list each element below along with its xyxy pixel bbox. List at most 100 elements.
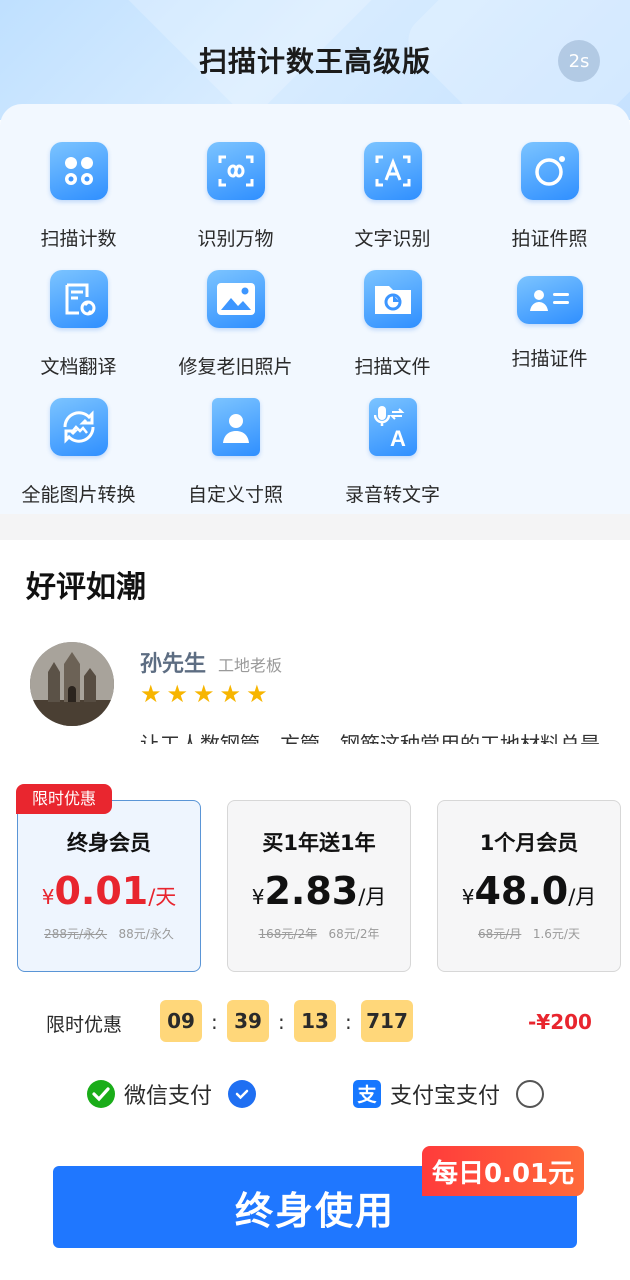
reviewer-name: 孙先生 — [140, 652, 207, 677]
countdown-millis: 717 — [361, 1000, 413, 1042]
plan-card-yearly[interactable]: 买1年送1年 ¥2.83/月 168元/2年 68元/2年 — [227, 800, 411, 972]
original-price: 288元/永久 — [44, 927, 108, 941]
currency: ¥ — [41, 885, 55, 909]
page-title: 扫描计数王高级版 — [198, 45, 431, 78]
limited-offer-tag: 限时优惠 — [16, 784, 113, 814]
section-divider — [0, 514, 630, 540]
camera-icon — [520, 142, 579, 200]
countdown-minutes: 39 — [227, 1000, 269, 1042]
document-translate-icon — [49, 270, 108, 328]
price-value: 2.83 — [264, 869, 359, 913]
feature-item[interactable]: 扫描证件 — [471, 270, 628, 371]
countdown-colon: : — [211, 1010, 218, 1034]
star-icon: ★ — [140, 680, 162, 708]
star-icon: ★ — [193, 680, 215, 708]
price-value: 48.0 — [474, 869, 569, 913]
current-price: 68元/2年 — [328, 927, 380, 941]
star-icon: ★ — [246, 680, 268, 708]
plan-name: 1个月会员 — [479, 831, 579, 855]
header: 扫描计数王高级版 2s — [0, 0, 630, 120]
image-icon — [206, 270, 265, 328]
price-unit: /月 — [358, 885, 387, 909]
star-icon: ★ — [166, 680, 189, 708]
id-card-icon — [516, 276, 583, 324]
currency: ¥ — [461, 885, 475, 909]
wechat-pay-icon — [87, 1080, 115, 1108]
plan-price: ¥2.83/月 — [228, 869, 410, 913]
original-price: 168元/2年 — [258, 927, 318, 941]
review-text: 让工人数钢管、方管、钢筋这种常用的工地材料总是 — [140, 732, 600, 744]
feature-label: 拍证件照 — [511, 228, 588, 250]
feature-label: 自定义寸照 — [187, 484, 283, 506]
scan-infinity-icon — [206, 142, 265, 200]
feature-label: 全能图片转换 — [21, 484, 136, 506]
feature-item[interactable]: 自定义寸照 — [157, 398, 314, 507]
alipay-icon: 支 — [353, 1080, 381, 1108]
original-price: 68元/月 — [478, 927, 522, 941]
price-value: 0.01 — [54, 869, 149, 913]
countdown-colon: : — [278, 1010, 285, 1034]
payment-methods: 微信支付 支 支付宝支付 — [0, 1074, 630, 1118]
countdown-label: 限时优惠 — [46, 1014, 123, 1036]
currency: ¥ — [251, 885, 265, 909]
feature-label: 修复老旧照片 — [178, 356, 293, 378]
grid-icon — [49, 142, 108, 200]
feature-item[interactable]: 文字识别 — [314, 142, 471, 251]
reviews-section: 好评如潮 孙先生 工地老板 ★ ★ ★ ★ ★ 让工人数钢管、方管、钢筋这种常用… — [0, 540, 630, 770]
scan-file-icon — [363, 270, 422, 328]
feature-item[interactable]: A 录音转文字 — [314, 398, 471, 507]
plan-sub-price: 288元/永久 88元/永久 — [18, 925, 200, 942]
portrait-icon — [211, 398, 260, 456]
feature-label: 文档翻译 — [40, 356, 117, 378]
reviews-title: 好评如潮 — [26, 570, 146, 605]
current-price: 88元/永久 — [118, 927, 174, 941]
countdown-close-timer[interactable]: 2s — [558, 40, 600, 82]
feature-panel: 扫描计数 识别万物 文字识别 拍证件照 文档翻译 修复老旧照片 扫描文件 扫描证… — [0, 104, 630, 514]
feature-item[interactable]: 识别万物 — [157, 142, 314, 251]
discount-amount: -¥200 — [528, 1010, 592, 1034]
countdown-seconds: 13 — [294, 1000, 336, 1042]
feature-label: 扫描计数 — [40, 228, 117, 250]
star-icon: ★ — [219, 680, 242, 708]
payment-option-wechat[interactable]: 微信支付 — [86, 1078, 257, 1110]
radio-checked[interactable] — [228, 1080, 257, 1108]
payment-option-alipay[interactable]: 支 支付宝支付 — [352, 1078, 545, 1110]
plan-price: ¥0.01/天 — [18, 869, 200, 913]
offer-countdown: 限时优惠 09 : 39 : 13 : 717 -¥200 — [0, 996, 630, 1046]
plan-name: 终身会员 — [67, 831, 151, 855]
radio-unchecked[interactable] — [516, 1080, 545, 1108]
feature-item[interactable]: 扫描计数 — [0, 142, 157, 251]
price-unit: /天 — [148, 885, 177, 909]
feature-item[interactable]: 文档翻译 — [0, 270, 157, 379]
plan-name: 买1年送1年 — [262, 831, 376, 855]
feature-item[interactable]: 修复老旧照片 — [157, 270, 314, 379]
countdown-hours: 09 — [160, 1000, 202, 1042]
svg-text:支: 支 — [356, 1084, 377, 1106]
feature-item[interactable]: 全能图片转换 — [0, 398, 157, 507]
feature-label: 识别万物 — [197, 228, 274, 250]
reviewer-role: 工地老板 — [218, 656, 283, 675]
price-unit: /月 — [568, 885, 597, 909]
check-icon — [235, 1089, 249, 1100]
current-price: 1.6元/天 — [532, 927, 580, 941]
feature-label: 录音转文字 — [344, 484, 440, 506]
avatar — [30, 642, 114, 726]
daily-price-badge: 每日0.01元 — [422, 1146, 585, 1196]
countdown-colon: : — [345, 1010, 352, 1034]
feature-label: 扫描文件 — [354, 356, 431, 378]
feature-label: 扫描证件 — [511, 348, 588, 370]
plan-price: ¥48.0/月 — [438, 869, 620, 913]
text-recognition-icon — [363, 142, 422, 200]
svg-text:A: A — [390, 426, 406, 450]
plan-card-monthly[interactable]: 1个月会员 ¥48.0/月 68元/月 1.6元/天 — [437, 800, 621, 972]
plan-sub-price: 68元/月 1.6元/天 — [438, 925, 620, 942]
payment-label: 微信支付 — [124, 1084, 213, 1109]
voice-to-text-icon: A — [368, 398, 417, 456]
plan-sub-price: 168元/2年 68元/2年 — [228, 925, 410, 942]
feature-label: 文字识别 — [354, 228, 431, 250]
feature-item[interactable]: 拍证件照 — [471, 142, 628, 251]
feature-item[interactable]: 扫描文件 — [314, 270, 471, 379]
plan-card-lifetime[interactable]: 终身会员 ¥0.01/天 288元/永久 88元/永久 — [17, 800, 201, 972]
rating-stars: ★ ★ ★ ★ ★ — [140, 682, 268, 706]
image-convert-icon — [49, 398, 108, 456]
